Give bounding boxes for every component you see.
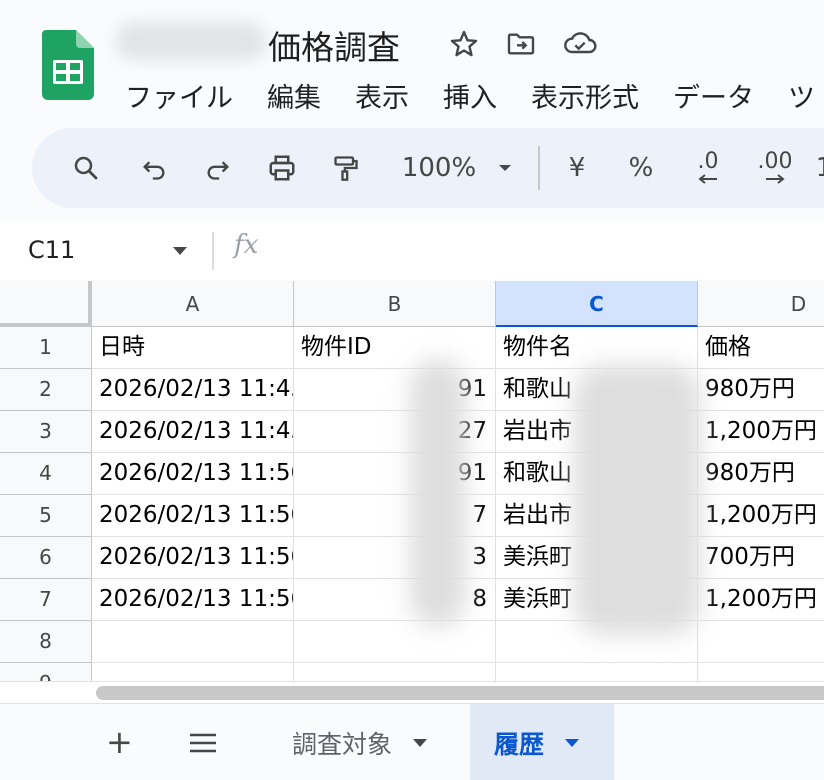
decrease-decimal-button[interactable]: .0 [686, 128, 730, 208]
all-sheets-icon[interactable] [188, 732, 218, 754]
row-header[interactable]: 1 [0, 327, 92, 369]
cell-d1[interactable]: 価格 [698, 327, 824, 369]
cell-d3[interactable]: 1,200万円 [698, 411, 824, 453]
redacted-id-area [410, 359, 466, 627]
menu-bar: ファイル 編集 表示 挿入 表示形式 データ ツ [125, 76, 815, 115]
select-all-corner[interactable] [0, 281, 92, 327]
star-icon[interactable] [447, 28, 481, 60]
document-title[interactable]: 価格調査 [268, 21, 400, 69]
row-header[interactable]: 5 [0, 495, 92, 537]
paint-format-button[interactable] [324, 128, 368, 208]
menu-file[interactable]: ファイル [125, 76, 233, 115]
percent-label: % [628, 153, 654, 183]
cell-d8[interactable] [698, 621, 824, 663]
row-header[interactable]: 6 [0, 537, 92, 579]
more-formats-label: 1 [815, 153, 824, 183]
zoom-select[interactable]: 100% [392, 128, 522, 208]
spreadsheet-grid[interactable]: A B C D 1 2 3 4 5 6 7 8 9 日時 物件ID 物件名 価格… [0, 281, 824, 681]
cell-a8[interactable] [92, 621, 294, 663]
sheet-tab-label: 調査対象 [292, 729, 393, 759]
redo-icon [207, 161, 229, 180]
menu-data[interactable]: データ [673, 76, 754, 115]
formula-divider [212, 232, 214, 270]
column-header-d[interactable]: D [698, 281, 824, 327]
format-percent-button[interactable]: % [626, 128, 656, 208]
row-header[interactable]: 9 [0, 663, 92, 681]
move-to-folder-icon[interactable] [503, 28, 539, 60]
toolbar: 100% ¥ % .0 .00 1 [32, 128, 824, 208]
cell-a5[interactable]: 2026/02/13 11:56 [92, 495, 294, 537]
column-header-a[interactable]: A [92, 281, 294, 327]
more-formats-button[interactable]: 1 [814, 128, 824, 208]
row-header[interactable]: 3 [0, 411, 92, 453]
cell-c1[interactable]: 物件名 [496, 327, 698, 369]
zoom-value: 100% [401, 153, 477, 183]
sheet-tab-survey-targets[interactable]: 調査対象 [292, 704, 428, 780]
cell-a1[interactable]: 日時 [92, 327, 294, 369]
cell-a3[interactable]: 2026/02/13 11:45 [92, 411, 294, 453]
currency-label: ¥ [568, 153, 586, 183]
cell-a6[interactable]: 2026/02/13 11:56 [92, 537, 294, 579]
increase-decimal-label: .00 [757, 149, 793, 174]
redacted-name-area [574, 365, 700, 635]
cell-d9[interactable] [698, 663, 824, 681]
add-sheet-button[interactable]: + [106, 724, 133, 760]
cell-d2[interactable]: 980万円 [698, 369, 824, 411]
increase-decimal-button[interactable]: .00 [750, 128, 800, 208]
format-currency-button[interactable]: ¥ [562, 128, 592, 208]
arrow-right-icon [766, 174, 785, 184]
cell-d6[interactable]: 700万円 [698, 537, 824, 579]
cell-d4[interactable]: 980万円 [698, 453, 824, 495]
menu-format[interactable]: 表示形式 [531, 76, 639, 115]
cloud-saved-icon[interactable] [561, 28, 599, 60]
cell-d7[interactable]: 1,200万円 [698, 579, 824, 621]
row-header[interactable]: 8 [0, 621, 92, 663]
cell-b8[interactable] [294, 621, 496, 663]
scrollbar-thumb[interactable] [96, 686, 824, 700]
sheet-tab-bar: + 調査対象 履歴 [0, 703, 824, 780]
undo-button[interactable] [132, 128, 176, 208]
arrow-left-icon [698, 174, 717, 184]
cell-b1[interactable]: 物件ID [294, 327, 496, 369]
cell-a2[interactable]: 2026/02/13 11:45 [92, 369, 294, 411]
search-icon [74, 156, 98, 180]
chevron-down-icon[interactable] [172, 246, 188, 256]
redo-button[interactable] [196, 128, 240, 208]
menu-insert[interactable]: 挿入 [443, 76, 497, 115]
column-header-c[interactable]: C [496, 281, 698, 327]
row-header[interactable]: 2 [0, 369, 92, 411]
print-button[interactable] [260, 128, 304, 208]
decrease-decimal-label: .0 [697, 149, 719, 174]
chevron-down-icon[interactable] [564, 738, 580, 748]
name-box[interactable]: C11 [28, 236, 75, 264]
menu-view[interactable]: 表示 [355, 76, 409, 115]
row-header[interactable]: 4 [0, 453, 92, 495]
chevron-down-icon [499, 165, 512, 171]
cell-a4[interactable]: 2026/02/13 11:56 [92, 453, 294, 495]
cell-c9[interactable] [496, 663, 698, 681]
chevron-down-icon[interactable] [412, 738, 428, 748]
menu-edit[interactable]: 編集 [267, 76, 321, 115]
undo-icon [143, 161, 165, 180]
cell-d5[interactable]: 1,200万円 [698, 495, 824, 537]
sheet-tab-history[interactable]: 履歴 [470, 704, 614, 780]
toolbar-divider [538, 146, 540, 190]
sheet-tab-label: 履歴 [494, 729, 545, 759]
paint-format-icon [334, 156, 358, 181]
redacted-title-prefix [116, 22, 266, 60]
menu-tools[interactable]: ツ [788, 76, 815, 115]
print-icon [269, 155, 295, 181]
function-icon: fx [234, 230, 259, 260]
formula-bar: C11 fx [0, 222, 824, 280]
cell-a7[interactable]: 2026/02/13 11:56 [92, 579, 294, 621]
cell-a9[interactable] [92, 663, 294, 681]
search-button[interactable] [64, 128, 108, 208]
cell-b9[interactable] [294, 663, 496, 681]
sheets-logo-icon[interactable] [42, 30, 94, 100]
horizontal-scrollbar[interactable] [0, 681, 824, 703]
column-header-b[interactable]: B [294, 281, 496, 327]
row-header[interactable]: 7 [0, 579, 92, 621]
